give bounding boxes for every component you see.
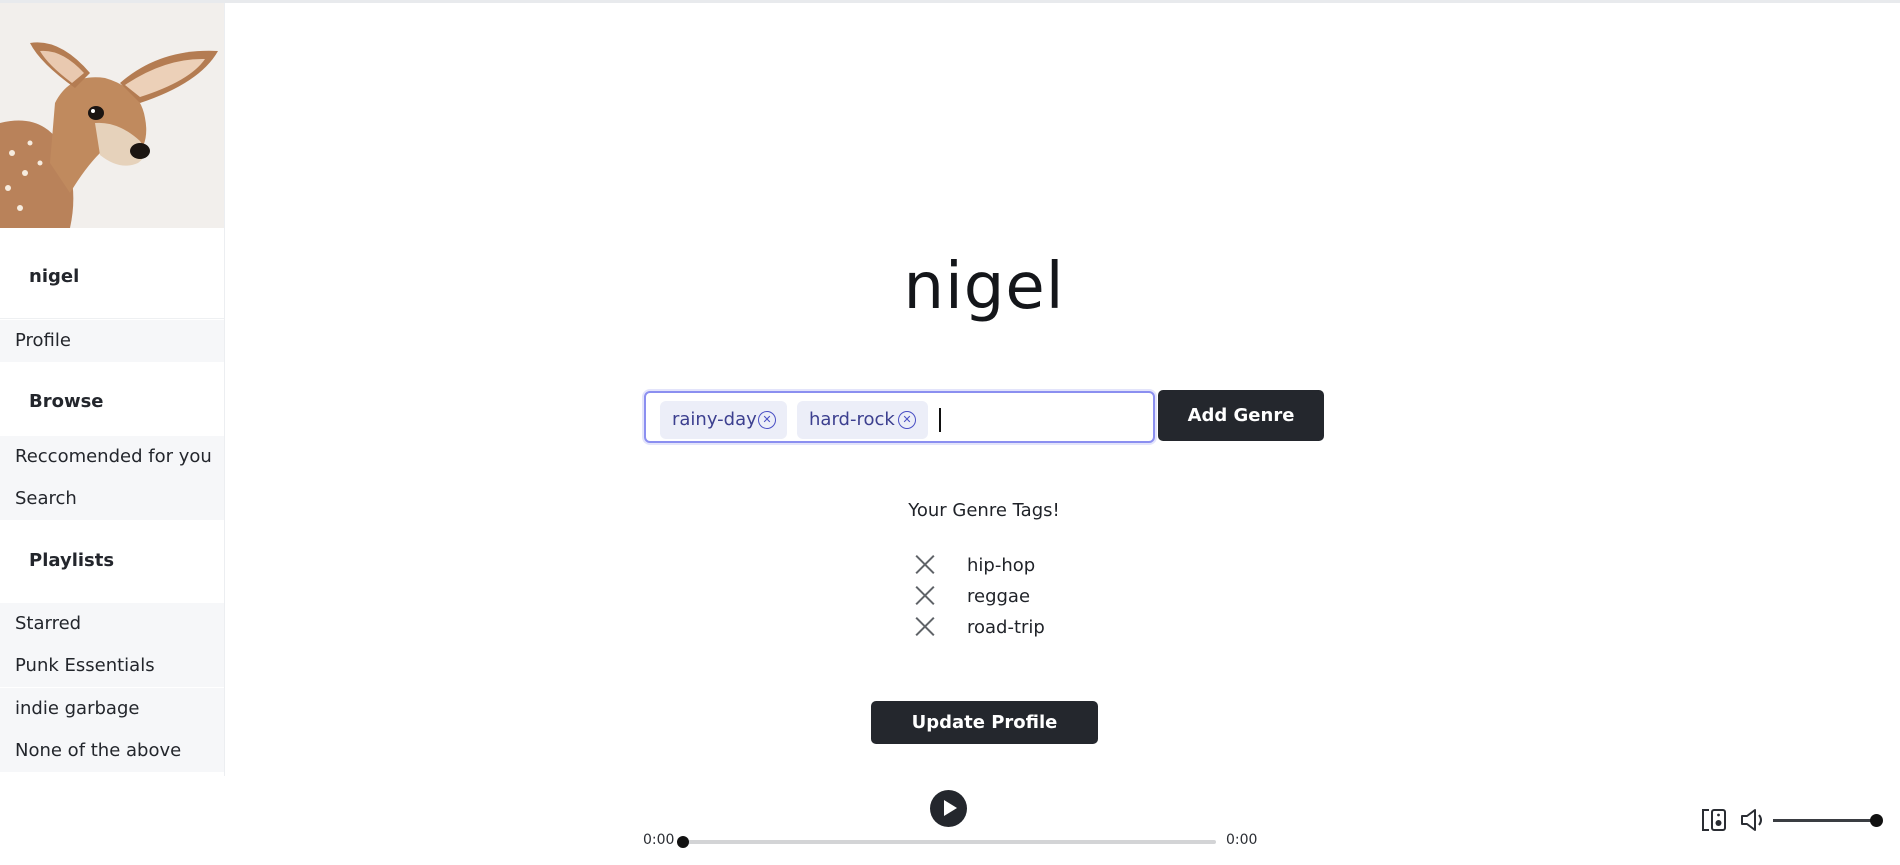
sidebar: nigel Profile Browse Reccomended for you… <box>0 3 225 776</box>
genre-label: reggae <box>967 586 1031 607</box>
genre-label: road-trip <box>967 617 1045 638</box>
remove-genre-x-icon[interactable] <box>912 613 938 639</box>
genre-tag-input[interactable]: rainy-day ✕ hard-rock ✕ <box>644 391 1155 443</box>
sidebar-heading-playlists: Playlists <box>0 523 224 599</box>
update-profile-button[interactable]: Update Profile Settings <box>871 701 1098 776</box>
tag-chip-label: hard-rock <box>809 409 895 430</box>
tag-chip: hard-rock ✕ <box>797 401 928 439</box>
sidebar-username: nigel <box>29 266 80 287</box>
volume-slider[interactable] <box>1773 819 1876 822</box>
sidebar-item-profile[interactable]: Profile <box>0 320 224 362</box>
remove-genre-x-icon[interactable] <box>912 582 938 608</box>
tag-chip: rainy-day ✕ <box>660 401 787 439</box>
progress-slider-handle[interactable] <box>677 836 689 848</box>
progress-slider[interactable] <box>683 840 1216 844</box>
sidebar-item-search[interactable]: Search <box>0 478 224 520</box>
genre-tags-heading: Your Genre Tags! <box>908 500 1060 521</box>
add-genre-button[interactable]: Add Genre <box>1158 390 1324 441</box>
volume-icon[interactable] <box>1739 806 1769 834</box>
circle-x-icon[interactable]: ✕ <box>898 411 916 429</box>
page-title: nigel <box>903 250 1065 324</box>
sidebar-item-none-of-the-above[interactable]: None of the above <box>0 730 224 772</box>
sidebar-heading-browse: Browse <box>0 364 224 440</box>
speaker-device-icon[interactable] <box>1700 806 1728 834</box>
sidebar-item-punk-essentials[interactable]: Punk Essentials <box>0 645 224 687</box>
fawn-avatar-image <box>0 3 224 228</box>
circle-x-icon[interactable]: ✕ <box>758 411 776 429</box>
text-cursor <box>939 408 941 432</box>
tag-chip-label: rainy-day <box>672 409 757 430</box>
sidebar-user-header: nigel <box>0 231 224 319</box>
sidebar-item-recommended[interactable]: Reccomended for you <box>0 436 224 478</box>
remove-genre-x-icon[interactable] <box>912 551 938 577</box>
sidebar-item-indie-garbage[interactable]: indie garbage <box>0 688 224 730</box>
avatar <box>0 3 224 228</box>
sidebar-item-starred[interactable]: Starred <box>0 603 224 645</box>
current-time: 0:00 <box>643 832 675 848</box>
duration-time: 0:00 <box>1226 832 1258 848</box>
volume-slider-handle[interactable] <box>1870 814 1883 827</box>
genre-label: hip-hop <box>967 555 1036 576</box>
top-border <box>0 0 1900 3</box>
play-icon[interactable] <box>930 790 967 827</box>
